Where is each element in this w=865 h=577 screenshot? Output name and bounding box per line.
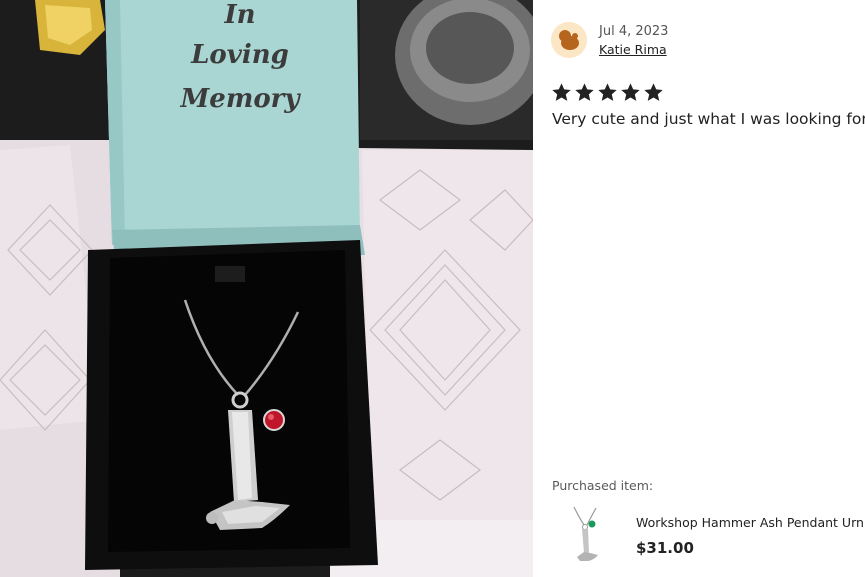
avatar[interactable] (551, 22, 587, 58)
lid-text-line-1: In (224, 0, 256, 30)
star-rating (551, 82, 664, 103)
purchased-product-link[interactable]: Workshop Hammer Ash Pendant Urn $31.00 (552, 505, 865, 565)
star-icon (621, 83, 640, 101)
review-text: Very cute and just what I was looking fo… (552, 110, 865, 128)
product-name: Workshop Hammer Ash Pendant Urn (636, 515, 864, 530)
reviewer-name-link[interactable]: Katie Rima (599, 42, 667, 57)
purchased-item-label: Purchased item: (552, 478, 654, 493)
star-icon (644, 83, 663, 101)
star-icon (552, 83, 571, 101)
product-thumbnail[interactable] (568, 505, 604, 563)
review-date: Jul 4, 2023 (599, 24, 669, 39)
product-price: $31.00 (636, 539, 694, 557)
lid-text-line-2: Loving (191, 40, 289, 70)
star-icon (598, 83, 617, 101)
review-panel: Jul 4, 2023 Katie Rima Very cute and jus… (533, 0, 865, 577)
star-icon (575, 83, 594, 101)
lid-text-line-3: Memory (180, 84, 300, 114)
review-photo[interactable]: In Loving Memory (0, 0, 533, 577)
reviewer-avatar-icon (551, 22, 587, 58)
